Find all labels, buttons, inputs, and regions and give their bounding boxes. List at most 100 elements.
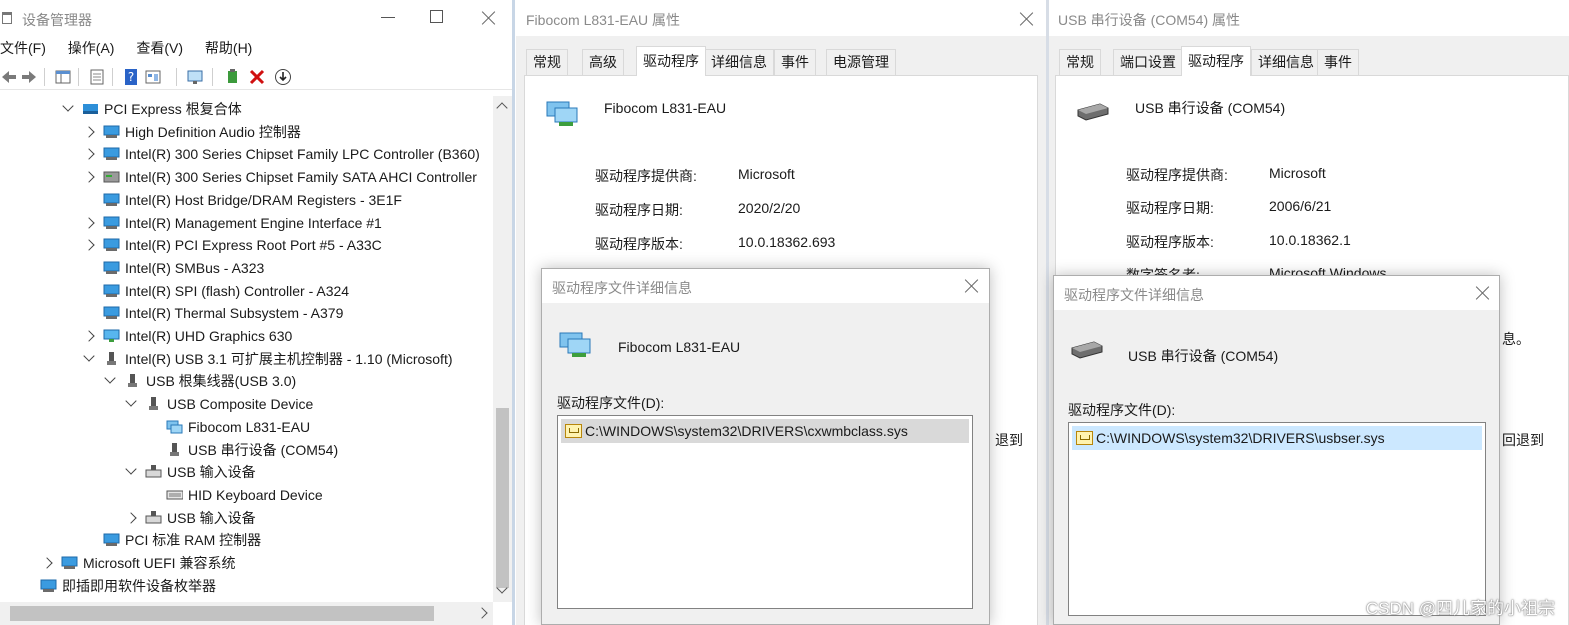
close-icon[interactable] [964,278,980,294]
close-icon[interactable] [481,10,497,26]
fibocom-tab-strip: 常规 高级 驱动程序 详细信息 事件 电源管理 [516,46,1046,76]
tree-node[interactable]: USB 根集线器(USB 3.0) [0,370,493,392]
usb-driver-file-details-dialog: 驱动程序文件详细信息 USB 串行设备 (COM54) 驱动程序文件(D): C… [1053,275,1500,625]
tree-node[interactable]: High Definition Audio 控制器 [0,121,493,143]
toolbar-separator [212,68,213,86]
view-icon[interactable] [144,68,162,86]
properties-icon[interactable] [88,68,106,86]
tree-node[interactable]: PCI Express 根复合体 [0,98,493,120]
file-details-titlebar[interactable]: 驱动程序文件详细信息 [542,269,989,303]
monitor-icon[interactable] [186,68,204,86]
chevron-down-icon[interactable] [125,463,137,475]
forward-icon[interactable] [20,68,38,86]
update-driver-icon[interactable] [224,68,242,86]
driver-file-item[interactable]: C:\WINDOWS\system32\DRIVERS\usbser.sys [1072,426,1482,450]
tree-node[interactable]: Intel(R) Management Engine Interface #1 [0,212,493,234]
chevron-down-icon[interactable] [125,395,137,407]
tab-port-settings[interactable]: 端口设置 [1113,49,1183,75]
menu-help[interactable]: 帮助(H) [205,38,252,58]
driver-files-label: 驱动程序文件(D): [1068,402,1176,418]
scroll-right-icon[interactable] [476,607,488,619]
file-details-titlebar[interactable]: 驱动程序文件详细信息 [1054,276,1499,310]
tree-node[interactable]: USB 串行设备 (COM54) [0,439,493,461]
tree-node[interactable]: USB Composite Device [0,393,493,415]
tree-node[interactable]: Intel(R) SPI (flash) Controller - A324 [0,280,493,302]
chevron-right-icon[interactable] [83,330,95,342]
device-icon [103,216,120,229]
scrollbar-thumb[interactable] [496,408,509,588]
usb-tab-strip: 常规 端口设置 驱动程序 详细信息 事件 [1049,46,1569,76]
chevron-right-icon[interactable] [83,126,95,138]
menu-file[interactable]: 文件(F) [0,38,46,58]
driver-date-value: 2020/2/20 [738,200,801,216]
usb-properties-title: USB 串行设备 (COM54) 属性 [1058,12,1241,28]
usb-icon [149,397,158,411]
help-icon[interactable]: ? [122,68,140,86]
tab-details[interactable]: 详细信息 [704,49,774,75]
tab-power-management[interactable]: 电源管理 [826,49,896,75]
tree-node[interactable]: PCI 标准 RAM 控制器 [0,529,493,551]
tree-node[interactable]: Intel(R) Host Bridge/DRAM Registers - 3E… [0,189,493,211]
vertical-scrollbar[interactable] [493,96,512,602]
device-name: Fibocom L831-EAU [604,100,727,116]
scroll-up-icon[interactable] [496,102,508,114]
uninstall-icon[interactable] [248,68,266,86]
tree-node[interactable]: Intel(R) 300 Series Chipset Family SATA … [0,166,493,188]
tree-node-label: Intel(R) 300 Series Chipset Family LPC C… [125,146,480,163]
driver-file-item[interactable]: C:\WINDOWS\system32\DRIVERS\cxwmbclass.s… [561,419,969,443]
tree-node[interactable]: Intel(R) SMBus - A323 [0,257,493,279]
tree-node-label: Fibocom L831-EAU [188,418,311,435]
maximize-button[interactable] [428,8,444,24]
chevron-right-icon[interactable] [125,511,137,524]
chevron-right-icon[interactable] [83,239,95,251]
chevron-right-icon[interactable] [83,216,95,229]
tab-events[interactable]: 事件 [1317,49,1359,75]
tree-node[interactable]: Intel(R) Thermal Subsystem - A379 [0,302,493,324]
tab-general[interactable]: 常规 [526,49,568,75]
driver-version-label: 驱动程序版本: [1126,234,1214,250]
tree-node[interactable]: Microsoft UEFI 兼容系统 [0,552,493,574]
chevron-right-icon[interactable] [83,171,95,183]
tree-node-label: Intel(R) UHD Graphics 630 [125,328,293,344]
menu-view[interactable]: 查看(V) [136,38,183,58]
tab-events[interactable]: 事件 [774,49,816,75]
driver-files-list[interactable]: C:\WINDOWS\system32\DRIVERS\cxwmbclass.s… [557,415,973,609]
chevron-down-icon[interactable] [83,350,95,362]
tree-node[interactable]: Intel(R) UHD Graphics 630 [0,325,493,347]
tree-node[interactable]: USB 输入设备 [0,507,493,529]
tab-driver[interactable]: 驱动程序 [636,46,706,76]
tree-node[interactable]: Intel(R) PCI Express Root Port #5 - A33C [0,234,493,256]
usb-properties-titlebar[interactable]: USB 串行设备 (COM54) 属性 [1049,0,1569,36]
tree-node[interactable]: Intel(R) 300 Series Chipset Family LPC C… [0,143,493,165]
menu-action[interactable]: 操作(A) [68,38,115,58]
device-manager-titlebar[interactable]: 设备管理器 [0,0,512,36]
minimize-button[interactable] [381,8,397,24]
tree-node[interactable]: HID Keyboard Device [0,484,493,506]
tree-node[interactable]: Intel(R) USB 3.1 可扩展主机控制器 - 1.10 (Micros… [0,348,493,370]
close-icon[interactable] [1019,11,1035,27]
tab-general[interactable]: 常规 [1059,49,1101,75]
horizontal-scrollbar[interactable] [0,602,493,625]
tab-driver[interactable]: 驱动程序 [1181,46,1251,76]
tree-node-label: USB Composite Device [167,396,314,413]
display-icon [103,329,120,342]
chevron-right-icon[interactable] [41,557,53,569]
chevron-down-icon[interactable] [62,100,74,112]
roll-back-text-partial: 回退到 [1502,432,1544,448]
chevron-down-icon[interactable] [104,372,116,385]
driver-files-list[interactable]: C:\WINDOWS\system32\DRIVERS\usbser.sys [1068,422,1486,616]
scrollbar-thumb[interactable] [10,606,434,621]
fibocom-properties-titlebar[interactable]: Fibocom L831-EAU 属性 [516,0,1046,36]
tab-advanced[interactable]: 高级 [582,49,624,75]
chevron-right-icon[interactable] [83,148,95,161]
console-tree-icon[interactable] [54,68,72,86]
tree-node-label: Intel(R) Host Bridge/DRAM Registers - 3E… [125,191,402,208]
driver-provider-value: Microsoft [1269,165,1326,181]
tree-node[interactable]: Fibocom L831-EAU [0,416,493,438]
close-icon[interactable] [1475,285,1491,301]
tree-node[interactable]: USB 输入设备 [0,461,493,483]
back-icon[interactable] [0,68,18,86]
tree-node[interactable]: 即插即用软件设备枚举器 [0,575,493,597]
tab-details[interactable]: 详细信息 [1251,49,1321,75]
download-icon[interactable] [274,68,292,86]
